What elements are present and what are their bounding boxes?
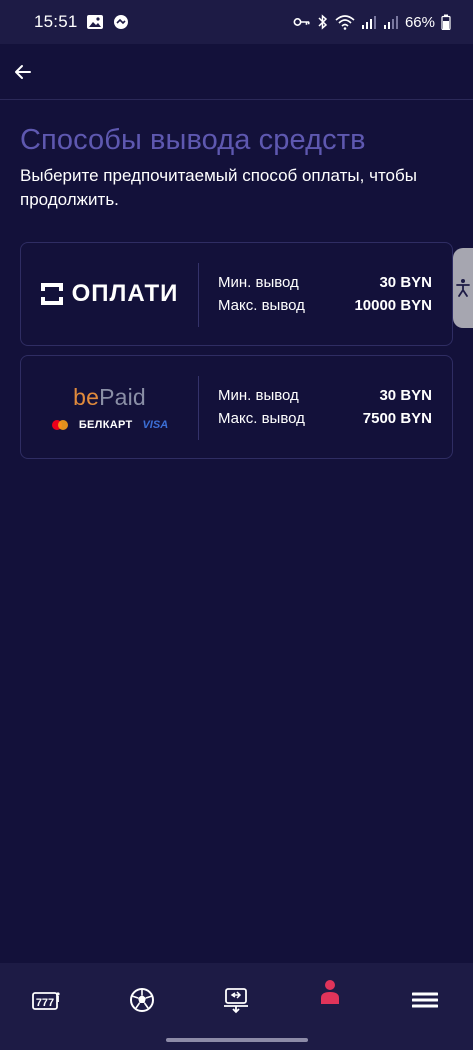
bepaid-logo: bePaid БЕЛКАРТ VISA [21,356,198,458]
max-withdraw-row: Макс. вывод 7500 BYN [218,408,432,429]
min-withdraw-row: Мин. вывод 30 BYN [218,272,432,293]
battery-icon [441,14,451,30]
signal-icon [361,16,376,29]
signal-icon-2 [383,16,398,29]
battery-percent: 66% [404,13,435,31]
oplati-logo: ОПЛАТИ [21,243,198,345]
status-bar: 15:51 66% [0,0,473,44]
nav-sport[interactable] [125,983,159,1017]
min-withdraw-label: Мин. вывод [218,274,299,291]
max-withdraw-value: 7500 BYN [362,410,432,427]
gallery-icon [86,15,103,29]
page-subtitle: Выберите предпочитаемый способ оплаты, ч… [20,166,417,209]
max-withdraw-row: Макс. вывод 10000 BYN [218,295,432,316]
nav-menu[interactable] [408,983,442,1017]
menu-icon [412,992,438,1008]
mastercard-icon [51,419,68,430]
payment-method-oplati[interactable]: ОПЛАТИ Мин. вывод 30 BYN Макс. вывод 100… [20,242,453,346]
nav-profile[interactable] [313,975,347,1009]
limits-info: Мин. вывод 30 BYN Макс. вывод 7500 BYN [218,356,432,458]
min-withdraw-value: 30 BYN [379,274,432,291]
back-arrow-icon[interactable] [12,61,34,83]
key-icon [293,18,310,26]
min-withdraw-label: Мин. вывод [218,387,299,404]
belkart-label: БЕЛКАРТ [78,418,133,431]
app-bar [0,44,473,100]
nav-transfer[interactable] [219,983,253,1017]
payment-method-bepaid[interactable]: bePaid БЕЛКАРТ VISA Мин. вывод 30 BYN Ма… [20,355,453,459]
profile-icon [321,980,339,1004]
max-withdraw-label: Макс. вывод [218,297,305,314]
bepaid-logo-paid: Paid [99,383,146,410]
card-divider [198,376,199,440]
slot-machine-icon: 777 [32,992,60,1010]
soccer-ball-icon [130,988,154,1012]
bottom-navigation: 777 [0,963,473,1050]
transfer-icon [224,988,248,1014]
wifi-icon [335,15,355,30]
oplati-logo-text: ОПЛАТИ [71,280,179,307]
accessibility-icon [456,279,470,297]
bluetooth-icon [318,14,328,30]
status-time: 15:51 [34,12,78,31]
bepaid-logo-text: bePaid [73,384,146,411]
nav-casino[interactable]: 777 [29,983,63,1017]
card-brands: БЕЛКАРТ VISA [51,419,168,431]
limits-info: Мин. вывод 30 BYN Макс. вывод 10000 BYN [218,243,432,345]
home-indicator[interactable] [166,1038,308,1042]
min-withdraw-value: 30 BYN [379,387,432,404]
accessibility-tab[interactable] [453,248,473,328]
bepaid-logo-be: be [73,383,100,410]
visa-label: VISA [142,418,169,431]
oplati-mark-icon [40,283,63,305]
min-withdraw-row: Мин. вывод 30 BYN [218,385,432,406]
svg-text:777: 777 [36,997,54,1009]
max-withdraw-value: 10000 BYN [354,297,432,314]
max-withdraw-label: Макс. вывод [218,410,305,427]
card-divider [198,263,199,327]
app-notification-icon [113,15,128,29]
page-title: Способы вывода средств [20,124,366,156]
